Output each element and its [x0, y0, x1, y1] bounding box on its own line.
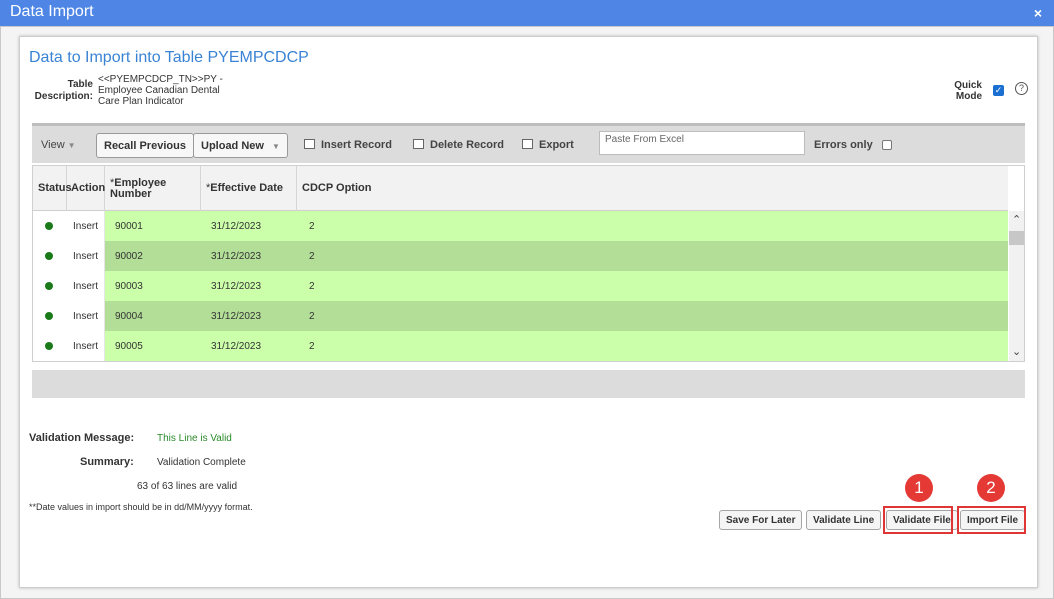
table-description-line3: Care Plan Indicator [98, 96, 184, 107]
status-cell [33, 211, 67, 241]
recall-previous-button[interactable]: Recall Previous [96, 133, 194, 158]
column-effective-date-label: Effective Date [210, 182, 284, 194]
action-cell: Insert [67, 331, 105, 361]
cdcp-option-cell[interactable]: 2 [297, 331, 1008, 361]
employee-number-cell[interactable]: 90004 [105, 301, 201, 331]
chevron-down-icon: ▼ [67, 141, 76, 150]
table-description-label-line2: Description: [34, 91, 93, 102]
employee-number-cell[interactable]: 90005 [105, 331, 201, 361]
window-titlebar: Data Import × [0, 0, 1054, 26]
employee-number-cell[interactable]: 90003 [105, 271, 201, 301]
step-badge-2: 2 [977, 474, 1005, 502]
quick-mode-label-line2: Mode [955, 91, 982, 102]
cdcp-option-cell[interactable]: 2 [297, 211, 1008, 241]
effective-date-cell[interactable]: 31/12/2023 [201, 241, 297, 271]
action-cell: Insert [67, 241, 105, 271]
window-body: Data to Import into Table PYEMPCDCP Tabl… [0, 26, 1054, 599]
paste-from-excel-input[interactable]: Paste From Excel [599, 131, 805, 155]
column-status[interactable]: Status [33, 166, 72, 211]
column-employee-number[interactable]: *Employee Number [105, 166, 201, 211]
delete-row-icon [413, 139, 424, 149]
import-panel: Data to Import into Table PYEMPCDCP Tabl… [19, 36, 1038, 588]
validate-file-highlight [883, 506, 953, 534]
date-format-note: **Date values in import should be in dd/… [29, 502, 253, 512]
view-menu-label: View [41, 139, 65, 151]
table-row[interactable]: Insert 90005 31/12/2023 2 [33, 331, 1008, 361]
grid-header: Status Action *Employee Number * Effectiv… [33, 166, 1008, 211]
page-title: Data to Import into Table PYEMPCDCP [29, 49, 309, 66]
column-cdcp-option[interactable]: CDCP Option [297, 166, 1008, 211]
table-description-line1: <<PYEMPCDCP_TN>>PY - [98, 74, 223, 85]
column-effective-date[interactable]: * Effective Date [201, 166, 297, 211]
summary-label: Summary: [80, 456, 134, 468]
view-menu[interactable]: View ▼ [41, 139, 76, 151]
table-description-line2: Employee Canadian Dental [98, 85, 220, 96]
quick-mode-label: Quick Mode [940, 80, 982, 102]
table-row[interactable]: Insert 90003 31/12/2023 2 [33, 271, 1008, 301]
status-cell [33, 271, 67, 301]
import-file-highlight [957, 506, 1026, 534]
upload-new-label: Upload New [201, 140, 264, 152]
grid-footer [32, 370, 1025, 398]
close-icon[interactable]: × [1034, 5, 1042, 21]
column-action[interactable]: Action [67, 166, 105, 211]
chevron-down-icon: ▼ [271, 142, 280, 151]
insert-record-label: Insert Record [321, 139, 392, 151]
validate-line-button[interactable]: Validate Line [806, 510, 882, 530]
grid-vertical-scrollbar[interactable]: ⌃ ⌄ [1009, 211, 1024, 361]
employee-number-cell[interactable]: 90002 [105, 241, 201, 271]
effective-date-cell[interactable]: 31/12/2023 [201, 211, 297, 241]
quick-mode-label-line1: Quick [954, 80, 982, 91]
errors-only-label: Errors only [814, 139, 873, 151]
delete-record-button[interactable]: Delete Record [413, 139, 504, 151]
table-description-value: <<PYEMPCDCP_TN>>PY - Employee Canadian D… [98, 74, 238, 107]
action-cell: Insert [67, 301, 105, 331]
delete-record-label: Delete Record [430, 139, 504, 151]
effective-date-cell[interactable]: 31/12/2023 [201, 271, 297, 301]
cdcp-option-cell[interactable]: 2 [297, 301, 1008, 331]
effective-date-cell[interactable]: 31/12/2023 [201, 301, 297, 331]
summary-value: Validation Complete [157, 457, 246, 468]
status-cell [33, 301, 67, 331]
quick-mode-checkbox[interactable]: ✓ [993, 85, 1004, 96]
lines-valid-count: 63 of 63 lines are valid [137, 481, 238, 492]
status-dot-icon [45, 342, 53, 350]
scrollbar-thumb[interactable] [1009, 231, 1024, 245]
insert-record-button[interactable]: Insert Record [304, 139, 392, 151]
insert-row-icon [304, 139, 315, 149]
column-employee-number-line2: Number [110, 187, 152, 200]
status-cell [33, 331, 67, 361]
status-cell [33, 241, 67, 271]
cdcp-option-cell[interactable]: 2 [297, 241, 1008, 271]
validation-message: This Line is Valid [157, 433, 232, 444]
export-button[interactable]: Export [522, 139, 574, 151]
cdcp-option-cell[interactable]: 2 [297, 271, 1008, 301]
employee-number-cell[interactable]: 90001 [105, 211, 201, 241]
table-row[interactable]: Insert 90002 31/12/2023 2 [33, 241, 1008, 271]
table-description-label: Table Description: [29, 79, 93, 103]
status-dot-icon [45, 282, 53, 290]
grid-toolbar: View ▼ Recall Previous Upload New ▼ Insert… [32, 123, 1025, 163]
table-description-label-line1: Table [67, 79, 93, 90]
help-icon[interactable]: ? [1015, 82, 1028, 95]
chevron-up-icon[interactable]: ⌃ [1012, 213, 1021, 226]
import-grid: Status Action *Employee Number * Effectiv… [32, 165, 1025, 362]
save-for-later-button[interactable]: Save For Later [719, 510, 803, 530]
window-title: Data Import [10, 3, 94, 20]
validation-message-label: Validation Message: [29, 432, 135, 444]
status-dot-icon [45, 252, 53, 260]
status-dot-icon [45, 312, 53, 320]
action-cell: Insert [67, 211, 105, 241]
effective-date-cell[interactable]: 31/12/2023 [201, 331, 297, 361]
export-icon [522, 139, 533, 149]
export-label: Export [539, 139, 574, 151]
status-dot-icon [45, 222, 53, 230]
errors-only-checkbox[interactable] [882, 140, 892, 150]
action-cell: Insert [67, 271, 105, 301]
table-row[interactable]: Insert 90001 31/12/2023 2 [33, 211, 1008, 241]
table-row[interactable]: Insert 90004 31/12/2023 2 [33, 301, 1008, 331]
chevron-down-icon[interactable]: ⌄ [1012, 345, 1021, 358]
upload-new-button[interactable]: Upload New ▼ [193, 133, 288, 158]
step-badge-1: 1 [905, 474, 933, 502]
